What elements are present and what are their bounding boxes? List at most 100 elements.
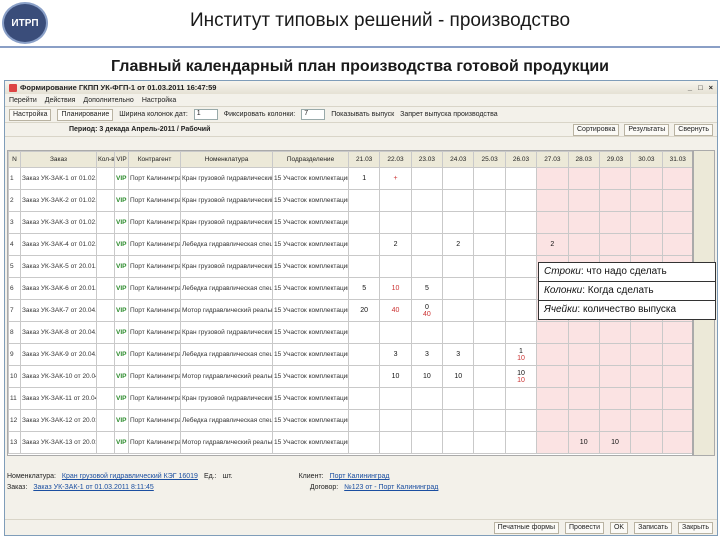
quantity-cell[interactable] (598, 409, 632, 432)
quantity-cell[interactable] (630, 321, 663, 344)
quantity-cell[interactable] (410, 255, 444, 278)
quantity-cell[interactable] (442, 409, 475, 432)
quantity-cell[interactable] (630, 343, 663, 366)
table-row[interactable]: 13Заказ УК-ЗАК-13 от 20.01.2011 12:36:50… (8, 431, 692, 454)
quantity-cell[interactable] (504, 189, 538, 212)
quantity-cell[interactable]: 10 (567, 431, 600, 454)
quantity-cell[interactable] (379, 431, 412, 454)
fix-columns-input[interactable]: 7 (301, 109, 326, 120)
quantity-cell[interactable] (567, 321, 600, 344)
quantity-cell[interactable] (442, 211, 475, 234)
quantity-cell[interactable]: 3 (442, 343, 475, 366)
quantity-cell[interactable] (410, 431, 444, 454)
quantity-cell[interactable] (536, 365, 569, 388)
quantity-cell[interactable]: 0 40 (410, 299, 444, 322)
quantity-cell[interactable] (536, 189, 569, 212)
quantity-cell[interactable] (661, 233, 692, 256)
table-row[interactable]: 2Заказ УК-ЗАК-2 от 01.02.2011 10:43:07 VI… (8, 189, 692, 212)
quantity-cell[interactable] (598, 365, 632, 388)
column-header[interactable]: 30.03 (630, 151, 663, 168)
quantity-cell[interactable] (536, 387, 569, 410)
quantity-cell[interactable] (410, 409, 444, 432)
quantity-cell[interactable] (347, 409, 381, 432)
quantity-cell[interactable] (473, 189, 506, 212)
quantity-cell[interactable] (379, 255, 412, 278)
ok-button[interactable]: OK (609, 521, 629, 534)
quantity-cell[interactable] (442, 299, 475, 322)
column-header[interactable]: Контрагент (128, 151, 181, 168)
quantity-cell[interactable]: 5 (410, 277, 444, 300)
quantity-cell[interactable]: 10 (598, 431, 632, 454)
quantity-cell[interactable] (442, 277, 475, 300)
table-row[interactable]: 1Заказ УК-ЗАК-1 от 01.02.2011 10:41:45VI… (8, 167, 692, 190)
column-header[interactable]: 26.03 (504, 151, 538, 168)
quantity-cell[interactable] (473, 167, 506, 190)
quantity-cell[interactable]: 10 10 (504, 365, 538, 388)
table-row[interactable]: 12Заказ УК-ЗАК-12 от 20.01.2011 12:36:50… (8, 409, 692, 432)
column-header[interactable]: N (8, 151, 21, 168)
quantity-cell[interactable] (473, 321, 506, 344)
quantity-cell[interactable]: 2 (536, 233, 569, 256)
quantity-cell[interactable] (567, 387, 600, 410)
planning-button[interactable]: Планирование (57, 108, 114, 121)
column-header[interactable]: 25.03 (473, 151, 506, 168)
quantity-cell[interactable]: 1 10 (504, 343, 538, 366)
quantity-cell[interactable] (567, 365, 600, 388)
results-button[interactable]: Результаты (624, 123, 670, 136)
quantity-cell[interactable] (347, 233, 381, 256)
quantity-cell[interactable] (598, 167, 632, 190)
quantity-cell[interactable] (347, 255, 381, 278)
quantity-cell[interactable] (630, 211, 663, 234)
quantity-cell[interactable] (567, 189, 600, 212)
column-header[interactable]: Кол-во (96, 151, 115, 168)
quantity-cell[interactable] (661, 409, 692, 432)
quantity-cell[interactable]: 40 (379, 299, 412, 322)
table-row[interactable]: 3Заказ УК-ЗАК-3 от 01.02.2011 10:43:13 VI… (8, 211, 692, 234)
quantity-cell[interactable]: 2 (442, 233, 475, 256)
quantity-cell[interactable] (347, 211, 381, 234)
quantity-cell[interactable] (536, 409, 569, 432)
quantity-cell[interactable] (536, 211, 569, 234)
quantity-cell[interactable] (661, 365, 692, 388)
column-header[interactable]: Подразделение (272, 151, 349, 168)
print-forms-button[interactable]: Печатные формы (493, 521, 560, 534)
agreement-link[interactable]: №123 от - Порт Калининград (344, 484, 438, 491)
quantity-cell[interactable] (536, 321, 569, 344)
table-row[interactable]: 8Заказ УК-ЗАК-8 от 20.04.2011 12:36:50 VI… (8, 321, 692, 344)
quantity-cell[interactable] (473, 299, 506, 322)
close-button[interactable]: Закрыть (678, 521, 713, 534)
quantity-cell[interactable] (504, 167, 538, 190)
quantity-cell[interactable]: 5 (347, 277, 381, 300)
quantity-cell[interactable]: 10 (379, 277, 412, 300)
column-header[interactable]: 31.03 (661, 151, 692, 168)
table-row[interactable]: 11Заказ УК-ЗАК-11 от 20.04.2011 12:36:50… (8, 387, 692, 410)
quantity-cell[interactable] (473, 409, 506, 432)
quantity-cell[interactable] (473, 277, 506, 300)
menu-item-actions[interactable]: Действия (45, 97, 76, 104)
quantity-cell[interactable] (504, 211, 538, 234)
column-header[interactable]: 28.03 (567, 151, 600, 168)
quantity-cell[interactable] (536, 167, 569, 190)
quantity-cell[interactable] (410, 211, 444, 234)
column-header[interactable]: 23.03 (410, 151, 444, 168)
quantity-cell[interactable] (598, 211, 632, 234)
quantity-cell[interactable] (442, 189, 475, 212)
quantity-cell[interactable] (504, 387, 538, 410)
quantity-cell[interactable] (567, 167, 600, 190)
close-icon[interactable]: × (709, 83, 713, 92)
quantity-cell[interactable] (504, 255, 538, 278)
client-link[interactable]: Порт Калининград (330, 473, 390, 480)
quantity-cell[interactable] (598, 387, 632, 410)
quantity-cell[interactable] (379, 189, 412, 212)
width-input[interactable]: 1 (193, 109, 218, 120)
quantity-cell[interactable] (410, 387, 444, 410)
quantity-cell[interactable] (347, 365, 381, 388)
quantity-cell[interactable] (442, 255, 475, 278)
column-header[interactable]: Номенклатура (180, 151, 273, 168)
quantity-cell[interactable] (504, 299, 538, 322)
quantity-cell[interactable] (410, 233, 444, 256)
quantity-cell[interactable] (661, 431, 692, 454)
quantity-cell[interactable] (504, 321, 538, 344)
quantity-cell[interactable] (504, 409, 538, 432)
table-row[interactable]: 9Заказ УК-ЗАК-9 от 20.04.2011 12:36:50 VI… (8, 343, 692, 366)
